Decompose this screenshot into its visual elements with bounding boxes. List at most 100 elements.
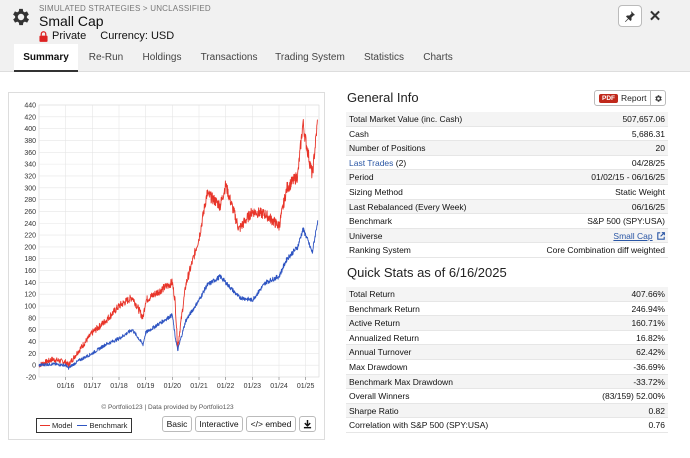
- chart-legend: Model Benchmark: [36, 418, 132, 433]
- row-value: 507,657.06: [622, 114, 665, 124]
- ranking-system-link[interactable]: Core Combination diff weighted: [547, 243, 665, 257]
- y-tick-label: 140: [24, 280, 36, 287]
- row-value[interactable]: 20: [656, 141, 665, 155]
- table-row: Annual Turnover 62.42%: [346, 345, 668, 360]
- y-tick-label: 160: [24, 268, 36, 275]
- general-info-table: Total Market Value (inc. Cash) 507,657.0…: [346, 112, 668, 258]
- number-of-positions-link[interactable]: Number of Positions: [349, 141, 426, 155]
- x-tick-label: 01/18: [110, 383, 128, 390]
- download-chart-button[interactable]: [299, 416, 316, 432]
- tab-statistics[interactable]: Statistics: [355, 44, 413, 72]
- embed-chart-button[interactable]: </> embed: [246, 416, 296, 432]
- y-tick-label: 420: [24, 114, 36, 121]
- row-label: Annual Turnover: [349, 347, 412, 358]
- close-icon: ✕: [648, 8, 662, 25]
- y-tick-label: 340: [24, 162, 36, 169]
- tab-transactions[interactable]: Transactions: [193, 44, 265, 72]
- y-tick-label: 180: [24, 256, 36, 263]
- row-label: Sharpe Ratio: [349, 405, 399, 416]
- tab-holdings[interactable]: Holdings: [134, 44, 190, 72]
- table-row: Sizing Method Static Weight: [346, 185, 668, 200]
- legend-label-model: Model: [52, 421, 73, 430]
- table-row: Overall Winners (83/159) 52.00%: [346, 389, 668, 404]
- basic-chart-button[interactable]: Basic: [162, 416, 192, 432]
- table-row: Max Drawdown -36.69%: [346, 360, 668, 375]
- lock-icon: [39, 30, 48, 42]
- row-value: 0.76: [648, 420, 665, 431]
- table-row: Benchmark Max Drawdown -33.72%: [346, 374, 668, 390]
- pin-button[interactable]: [618, 5, 642, 27]
- breadcrumb[interactable]: SIMULATED STRATEGIES > UNCLASSIFIED: [39, 4, 211, 13]
- last-trades-link[interactable]: Last Trades: [349, 158, 393, 168]
- close-button[interactable]: ✕: [646, 6, 664, 26]
- performance-chart[interactable]: 4404204003803603403203002802602402202001…: [9, 93, 326, 403]
- legend-label-benchmark: Benchmark: [89, 421, 128, 430]
- report-label: Report: [621, 93, 647, 103]
- general-info-title: General Info: [347, 90, 419, 105]
- universe-value: Small Cap: [613, 229, 665, 243]
- performance-chart-panel: 440 420 400 380 360 340 320 300 280 260 240 220 200 1…: [8, 92, 325, 440]
- pdf-icon: PDF: [599, 93, 618, 103]
- legend-swatch-model: [40, 424, 50, 427]
- y-tick-label: 280: [24, 197, 36, 204]
- x-tick-label: 01/24: [270, 383, 288, 390]
- table-row: Last Rebalanced (Every Week) 06/16/25: [346, 199, 668, 215]
- universe-link[interactable]: Small Cap: [613, 231, 652, 241]
- table-row: Correlation with S&P 500 (SPY:USA) 0.76: [346, 418, 668, 433]
- row-label: Benchmark Max Drawdown: [349, 376, 453, 387]
- y-tick-label: 380: [24, 138, 36, 145]
- x-tick-label: 01/20: [164, 383, 182, 390]
- y-tick-label: 0: [32, 363, 36, 370]
- last-trades-count: (2): [395, 157, 407, 168]
- table-row: Total Return 407.66%: [346, 287, 668, 302]
- row-value[interactable]: 04/28/25: [632, 156, 665, 170]
- tab-charts[interactable]: Charts: [415, 44, 461, 72]
- report-settings-button[interactable]: [650, 91, 665, 105]
- currency-label: Currency: USD: [100, 30, 175, 42]
- tab-bar: Summary Re-Run Holdings Transactions Tra…: [0, 44, 690, 72]
- table-row: Active Return 160.71%: [346, 316, 668, 331]
- y-tick-label: -20: [26, 375, 36, 382]
- table-row: Last Trades (2) 04/28/25: [346, 156, 668, 171]
- quick-stats-table: Total Return 407.66% Benchmark Return 24…: [346, 287, 668, 433]
- row-value: -36.69%: [633, 361, 665, 372]
- y-tick-label: 320: [24, 173, 36, 180]
- pin-icon: [625, 11, 635, 22]
- x-tick-label: 01/22: [217, 383, 235, 390]
- quick-stats-title: Quick Stats as of 6/16/2025: [347, 265, 507, 280]
- y-tick-label: 240: [24, 221, 36, 228]
- table-row: Period 01/02/15 - 06/16/25: [346, 170, 668, 185]
- y-tick-label: 220: [24, 233, 36, 240]
- tab-trading-system[interactable]: Trading System: [268, 44, 352, 72]
- legend-item-model[interactable]: Model: [40, 421, 72, 430]
- interactive-chart-button[interactable]: Interactive: [195, 416, 243, 432]
- legend-item-benchmark[interactable]: Benchmark: [77, 421, 127, 430]
- row-value: 01/02/15 - 06/16/25: [591, 172, 665, 183]
- chart-credit: © Portfolio123 | Data provided by Portfo…: [101, 404, 234, 411]
- y-tick-label: 60: [28, 327, 36, 334]
- gear-icon: [654, 94, 662, 102]
- table-row: Total Market Value (inc. Cash) 507,657.0…: [346, 112, 668, 127]
- x-tick-label: 01/25: [297, 383, 315, 390]
- external-link-icon[interactable]: [657, 231, 665, 240]
- pdf-report-button[interactable]: PDF Report: [594, 90, 666, 106]
- row-value: (83/159) 52.00%: [602, 391, 665, 402]
- row-label: Cash: [349, 128, 369, 139]
- row-label: Ranking System: [349, 245, 411, 256]
- row-value: 407.66%: [631, 289, 665, 299]
- gear-icon[interactable]: [10, 6, 32, 28]
- row-label: Benchmark Return: [349, 303, 420, 314]
- y-tick-label: 200: [24, 244, 36, 251]
- row-label: Total Return: [349, 289, 395, 299]
- legend-swatch-benchmark: [77, 424, 88, 427]
- row-value: 0.82: [648, 405, 665, 416]
- y-tick-label: 440: [24, 103, 36, 110]
- table-row: Number of Positions 20: [346, 141, 668, 156]
- strategy-meta: Private Currency: USD: [39, 30, 174, 42]
- row-label: Active Return: [349, 318, 401, 329]
- tab-re-run[interactable]: Re-Run: [80, 44, 132, 72]
- row-label: Max Drawdown: [349, 361, 408, 372]
- strategy-header: SIMULATED STRATEGIES > UNCLASSIFIED Smal…: [0, 0, 690, 44]
- tab-summary[interactable]: Summary: [14, 44, 78, 72]
- row-label: Last Trades (2): [349, 156, 406, 170]
